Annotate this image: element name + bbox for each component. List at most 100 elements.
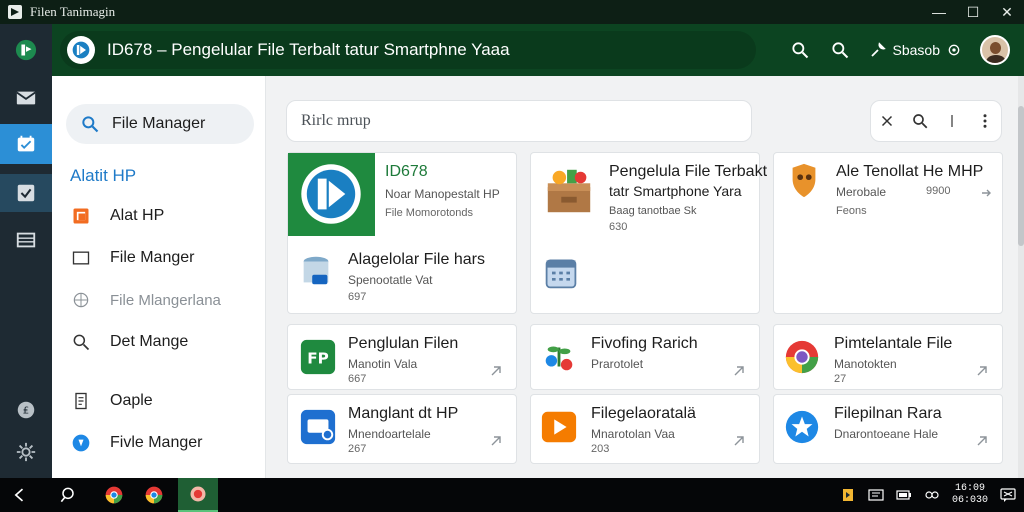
main-content: Rirlc mrup ID678 Noar Manopestalt HP Fil…: [266, 76, 1024, 478]
card-id678-banner: [288, 153, 375, 236]
sidebar-item-file-manger[interactable]: File Manger: [70, 244, 260, 272]
card-penglulan-filen[interactable]: FP Penglulan Filen Manotin Vala 667: [287, 324, 517, 390]
main-search-input[interactable]: Rirlc mrup: [286, 100, 752, 142]
rail-settings[interactable]: [0, 434, 52, 470]
card-title: Penglulan Filen: [348, 335, 459, 352]
chevron-right-icon[interactable]: [978, 185, 994, 201]
rail-list[interactable]: [0, 222, 52, 258]
rail-mail[interactable]: [0, 80, 52, 116]
tray-chat[interactable]: [1000, 487, 1016, 503]
card-meta: 630: [609, 221, 628, 233]
tray-battery[interactable]: [896, 487, 912, 503]
rail-app-logo[interactable]: [0, 32, 52, 68]
arrow-up-right-icon[interactable]: [974, 433, 990, 449]
avatar[interactable]: [980, 35, 1010, 65]
toolbar-divider: [942, 110, 962, 132]
sidebar-item-oaple[interactable]: Oaple: [70, 387, 260, 415]
header-title-bar: ID678 – Pengelular File Terbalt tatur Sm…: [60, 31, 756, 69]
taskbar-chrome-1[interactable]: [94, 478, 134, 512]
maximize-button[interactable]: ☐: [956, 0, 990, 24]
arrow-up-right-icon[interactable]: [488, 363, 504, 379]
sidebar-item-label: File Manger: [110, 249, 195, 266]
settings-label: Sbasob: [892, 42, 940, 58]
rail-coin[interactable]: ₤: [0, 392, 52, 428]
coin-icon: ₤: [17, 401, 35, 419]
card-id678[interactable]: ID678 Noar Manopestalt HP File Momoroton…: [287, 152, 517, 314]
list-icon: [16, 232, 36, 248]
card-title: Pimtelantale File: [834, 335, 953, 352]
taskbar-search-button[interactable]: [48, 478, 88, 512]
plant-icon: [539, 337, 579, 377]
main-scrollbar[interactable]: [1018, 76, 1024, 478]
taskbar-back-button[interactable]: [0, 478, 40, 512]
settings-chip[interactable]: Sbasob: [869, 41, 962, 59]
card-manglant-dt-hp[interactable]: Manglant dt HP Mnendoartelale 267: [287, 394, 517, 464]
taskbar: 16:09 06:030: [0, 478, 1024, 512]
arrow-up-right-icon[interactable]: [488, 433, 504, 449]
header-search-button[interactable]: [789, 39, 811, 61]
app-icon: [190, 486, 206, 502]
taskbar-chrome-2[interactable]: [134, 478, 174, 512]
card-title: Ale Tenollat He MHP: [836, 163, 984, 180]
card-filepilnan-rara[interactable]: Filepilnan Rara Dnarontoeane Hale: [773, 394, 1003, 464]
header-search-button-2[interactable]: [829, 39, 851, 61]
taskbar-active-app[interactable]: [178, 478, 218, 512]
sidebar-item-label: Fivle Manger: [110, 434, 203, 451]
search-icon: [912, 114, 928, 129]
sidebar-item-file-mlangerlana[interactable]: File Mlangerlana: [70, 286, 260, 314]
sidebar-search[interactable]: File Manager: [66, 104, 254, 144]
sidebar-item-label: Alat HP: [110, 207, 165, 224]
more-options-button[interactable]: [975, 110, 995, 132]
tray-display[interactable]: [868, 487, 884, 503]
more-icon: [983, 114, 987, 128]
tray-network[interactable]: [924, 487, 940, 503]
card-meta: 267: [348, 443, 367, 455]
rail-file-manager[interactable]: [0, 124, 52, 164]
tray-notification[interactable]: [840, 487, 856, 503]
close-button[interactable]: ✕: [990, 0, 1024, 24]
sidebar: File Manager Alatit HP Alat HP File Mang…: [52, 76, 266, 478]
sidebar-item-label: File Mlangerlana: [110, 291, 221, 309]
system-clock[interactable]: 16:09 06:030: [952, 483, 988, 507]
arrow-up-right-icon[interactable]: [974, 363, 990, 379]
storage-jar-icon: [296, 251, 336, 291]
shield-icon: [784, 161, 824, 201]
card-fivofing-rarich[interactable]: Fivofing Rarich Prarotolet: [530, 324, 760, 390]
card-subtitle: Noar Manopestalt HP: [385, 187, 500, 201]
card-subtitle: Manotokten: [834, 357, 897, 371]
minimize-button[interactable]: —: [922, 0, 956, 24]
card-title-2: Alagelolar File hars: [348, 251, 485, 268]
card-meta: File Momorotonds: [385, 207, 474, 219]
divider-icon: [951, 115, 953, 127]
chrome-icon: [105, 486, 123, 504]
sidebar-item-fivle-manger[interactable]: Fivle Manger: [70, 429, 260, 457]
app-logo-icon: [15, 39, 37, 61]
system-tray: 16:09 06:030: [840, 478, 1016, 512]
card-subtitle: Manotin Vala: [348, 357, 418, 371]
window-app-icon: [8, 5, 22, 19]
card-pengelula[interactable]: Pengelula File Terbakt tatr Smartphone Y…: [530, 152, 767, 314]
battery-icon: [896, 490, 911, 500]
orange-folder-icon: [70, 205, 92, 227]
card-title: Fivofing Rarich: [591, 335, 698, 352]
rail-tasks[interactable]: [0, 174, 52, 212]
arrow-up-right-icon[interactable]: [731, 433, 747, 449]
card-title: Filepilnan Rara: [834, 405, 942, 422]
toolbar-search-button[interactable]: [910, 110, 930, 132]
arrow-up-right-icon[interactable]: [731, 363, 747, 379]
card-ale-tenollat[interactable]: Ale Tenollat He MHP Merobale 9900 Feons: [773, 152, 1003, 314]
app-logo-icon: [72, 41, 90, 59]
header-logo[interactable]: [67, 36, 95, 64]
card-filegelaoratala[interactable]: Filegelaoratalä Mnarotolan Vaa 203: [530, 394, 760, 464]
sidebar-item-det-mange[interactable]: Det Mange: [70, 328, 260, 356]
sidebar-item-alat-hp[interactable]: Alat HP: [70, 202, 260, 230]
scrollbar-thumb[interactable]: [1018, 106, 1024, 246]
network-icon: [925, 491, 939, 499]
card-pimtelantale-file[interactable]: Pimtelantale File Manotokten 27: [773, 324, 1003, 390]
back-icon: [14, 488, 24, 502]
clear-button[interactable]: [877, 110, 897, 132]
page-title: ID678 – Pengelular File Terbalt tatur Sm…: [107, 40, 510, 59]
play-icon: [539, 407, 579, 447]
main-toolbar: [870, 100, 1002, 142]
fp-icon: FP: [298, 337, 338, 377]
